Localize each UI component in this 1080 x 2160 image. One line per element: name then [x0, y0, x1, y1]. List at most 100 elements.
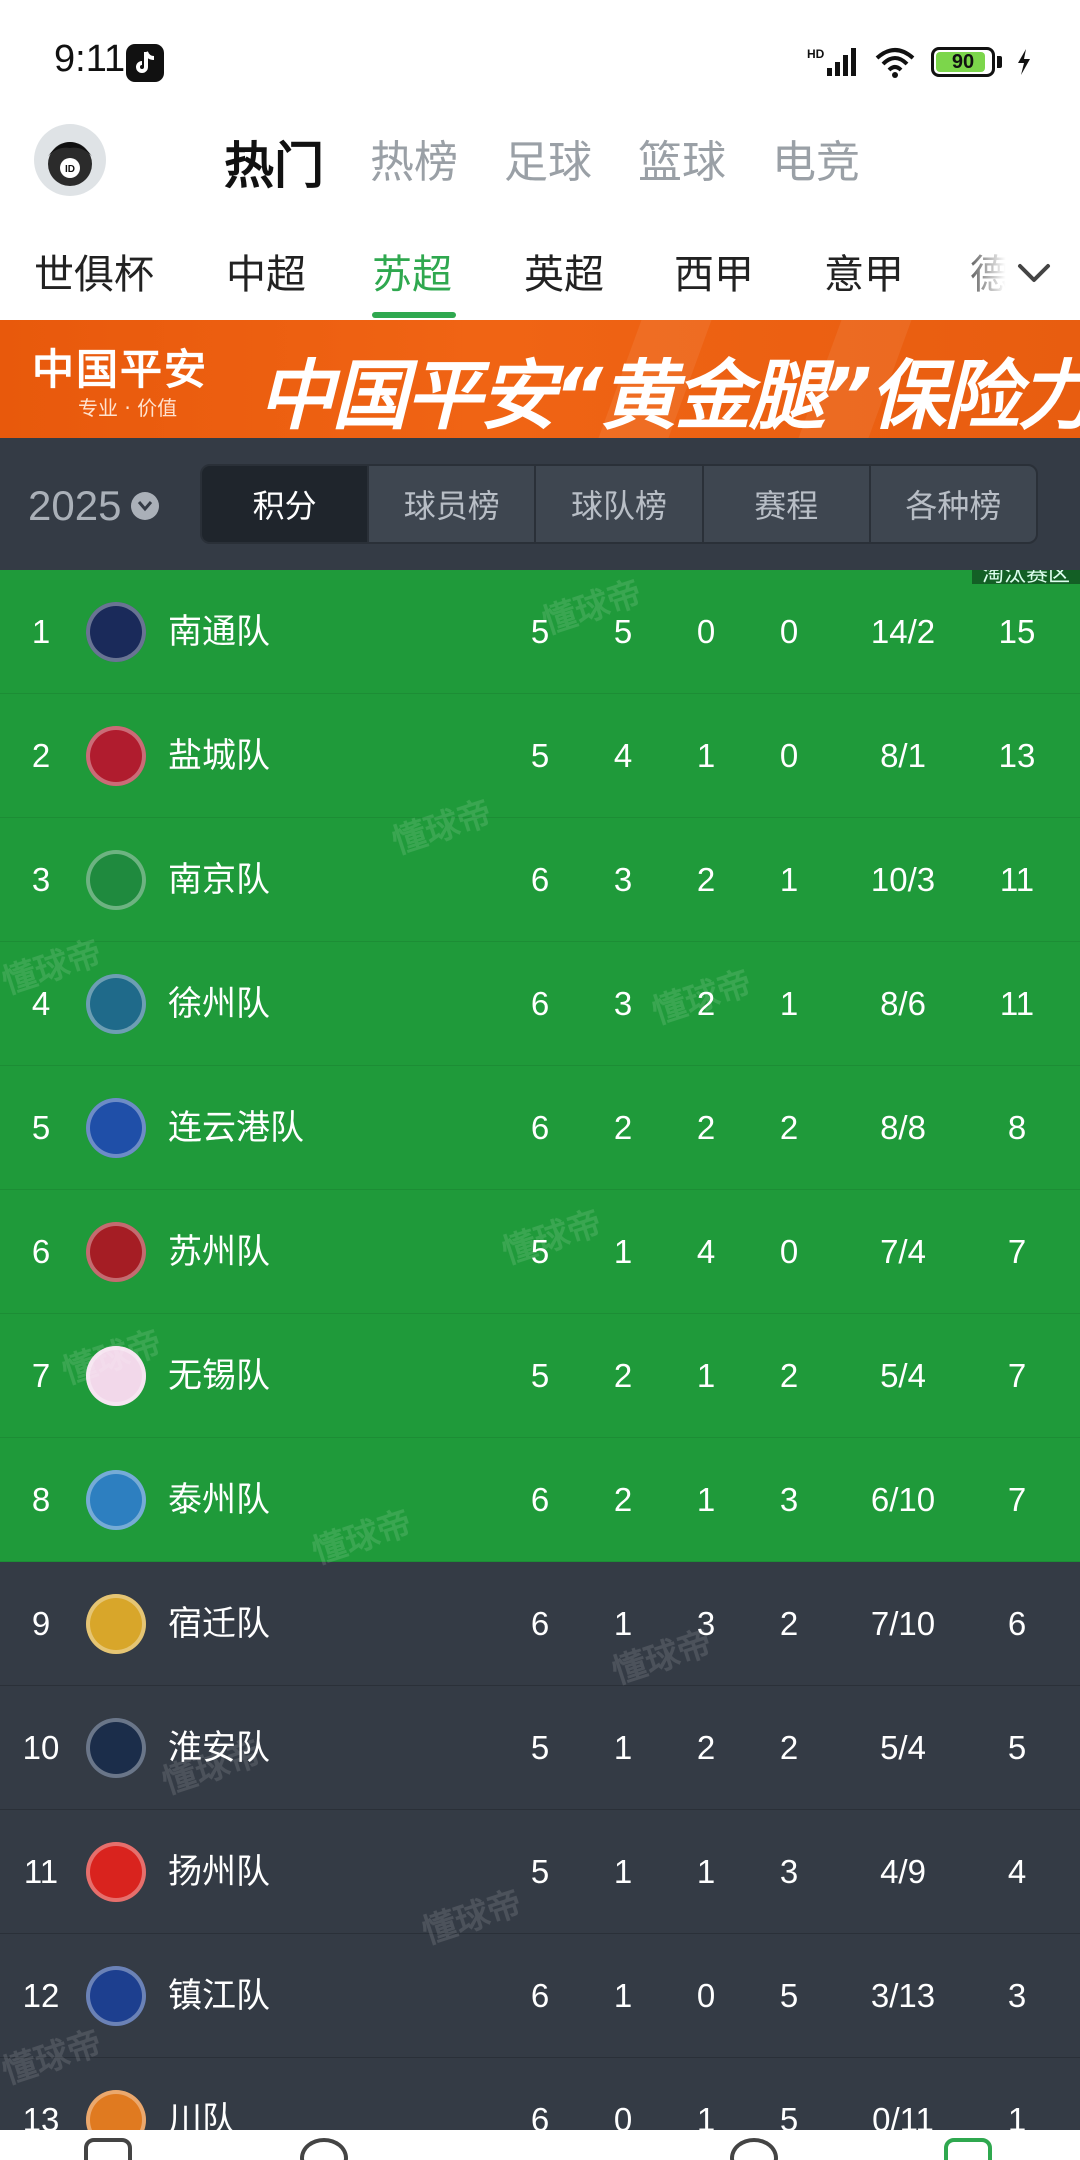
top-tab-0[interactable]: 热门	[224, 126, 324, 198]
cell-draw: 0	[696, 1977, 716, 2014]
table-row[interactable]: 9 宿迁队 6 1 3 2 7/10 6	[0, 1562, 1080, 1686]
home-icon[interactable]	[84, 2138, 132, 2160]
league-tab-4[interactable]: 西甲	[674, 242, 754, 300]
cell-rank: 12	[22, 1977, 60, 2014]
discover-icon[interactable]	[730, 2138, 778, 2160]
wifi-icon	[875, 48, 915, 78]
segment-tab-4[interactable]: 各种榜	[870, 466, 1036, 542]
team-logo	[86, 1470, 146, 1530]
table-row[interactable]: 2 盐城队 5 4 1 0 8/1 13	[0, 694, 1080, 818]
cell-draw: 2	[696, 1109, 716, 1146]
cell-points: 7	[1007, 1357, 1027, 1394]
cell-goals: 7/4	[880, 1233, 926, 1270]
cell-team: 徐州队	[168, 984, 270, 1024]
table-row[interactable]: 6 苏州队 5 1 4 0 7/4 7	[0, 1190, 1080, 1314]
table-row[interactable]: 1 南通队 5 5 0 0 14/2 15 淘汰赛区	[0, 570, 1080, 694]
league-tab-2[interactable]: 苏超	[372, 242, 452, 300]
cell-team: 泰州队	[168, 1480, 270, 1520]
banner-slogan: 中国平安“黄金腿”保险力挺苏超	[258, 351, 1080, 438]
cell-win: 1	[613, 1729, 633, 1766]
cell-rank: 7	[31, 1357, 51, 1394]
cell-draw: 2	[696, 985, 716, 1022]
table-row[interactable]: 10 淮安队 5 1 2 2 5/4 5	[0, 1686, 1080, 1810]
cell-loss: 0	[779, 737, 799, 774]
segment-tab-3[interactable]: 赛程	[703, 466, 869, 542]
cell-draw: 0	[696, 613, 716, 650]
cell-points: 5	[1007, 1729, 1027, 1766]
top-tab-3[interactable]: 篮球	[638, 126, 726, 198]
cell-draw: 4	[696, 1233, 716, 1270]
team-logo	[86, 1346, 146, 1406]
top-tab-2[interactable]: 足球	[504, 126, 592, 198]
active-tab-indicator	[372, 312, 456, 318]
tiktok-icon	[126, 44, 164, 82]
cell-loss: 3	[779, 1853, 799, 1890]
table-row[interactable]: 5 连云港队 6 2 2 2 8/8 8	[0, 1066, 1080, 1190]
cell-played: 5	[530, 1233, 550, 1270]
charging-icon	[1018, 49, 1030, 75]
top-nav: ID 热门 热榜 足球 篮球 电竞	[0, 120, 1080, 240]
table-row[interactable]: 8 泰州队 6 2 1 3 6/10 7	[0, 1438, 1080, 1562]
table-row[interactable]: 3 南京队 6 3 2 1 10/3 11	[0, 818, 1080, 942]
cell-goals: 8/8	[880, 1109, 926, 1146]
cell-draw: 1	[696, 1853, 716, 1890]
top-tab-4[interactable]: 电竞	[772, 126, 860, 198]
league-tab-0[interactable]: 世俱杯	[34, 242, 154, 300]
cell-team: 无锡队	[168, 1356, 270, 1396]
table-row[interactable]: 13 川队 6 0 1 5 0/11 1	[0, 2058, 1080, 2130]
cell-win: 3	[613, 861, 633, 898]
chevron-down-icon[interactable]	[1014, 254, 1054, 294]
chevron-down-icon	[131, 492, 160, 520]
cell-goals: 14/2	[870, 613, 936, 650]
cell-points: 1	[1007, 2101, 1027, 2130]
cell-played: 6	[530, 1977, 550, 2014]
segment-tab-0[interactable]: 积分	[202, 466, 368, 542]
cell-points: 11	[999, 861, 1035, 898]
cell-goals: 7/10	[870, 1605, 936, 1642]
team-logo	[86, 850, 146, 910]
table-row[interactable]: 4 徐州队 6 3 2 1 8/6 11	[0, 942, 1080, 1066]
cell-points: 4	[1007, 1853, 1027, 1890]
cell-loss: 2	[779, 1605, 799, 1642]
league-tab-5[interactable]: 意甲	[824, 242, 904, 300]
cell-draw: 2	[696, 1729, 716, 1766]
cell-team: 南通队	[168, 612, 270, 652]
cell-win: 3	[613, 985, 633, 1022]
bottom-nav	[0, 2130, 1080, 2160]
cell-loss: 5	[779, 2101, 799, 2130]
team-logo	[86, 1098, 146, 1158]
battery-icon: 90	[931, 47, 995, 77]
data-icon[interactable]	[944, 2138, 992, 2160]
segment-control: 积分 球员榜 球队榜 赛程 各种榜	[200, 464, 1038, 544]
cell-win: 1	[613, 1977, 633, 2014]
svg-text:HD: HD	[807, 47, 825, 61]
cell-goals: 3/13	[870, 1977, 936, 2014]
cell-goals: 8/6	[880, 985, 926, 1022]
segment-tab-1[interactable]: 球员榜	[369, 466, 535, 542]
cell-loss: 2	[779, 1109, 799, 1146]
league-tab-1[interactable]: 中超	[226, 242, 306, 300]
cell-rank: 2	[31, 737, 51, 774]
segment-tab-2[interactable]: 球队榜	[536, 466, 702, 542]
cell-team: 连云港队	[168, 1108, 304, 1148]
top-tab-list: 热门 热榜 足球 篮球 电竞	[224, 126, 860, 198]
league-tab-3[interactable]: 英超	[524, 242, 604, 300]
cell-loss: 0	[779, 613, 799, 650]
team-logo	[86, 726, 146, 786]
table-row[interactable]: 12 镇江队 6 1 0 5 3/13 3	[0, 1934, 1080, 2058]
avatar[interactable]: ID	[34, 124, 106, 196]
year-selector[interactable]: 2025	[28, 482, 160, 530]
status-bar: 9:11 HD 90	[0, 0, 1080, 120]
compass-icon[interactable]	[300, 2138, 348, 2160]
top-tab-1[interactable]: 热榜	[370, 126, 458, 198]
team-logo	[86, 1222, 146, 1282]
table-row[interactable]: 7 无锡队 5 2 1 2 5/4 7	[0, 1314, 1080, 1438]
table-row[interactable]: 11 扬州队 5 1 1 3 4/9 4	[0, 1810, 1080, 1934]
cell-team: 盐城队	[168, 736, 270, 776]
ad-banner[interactable]: 中国平安 专业 · 价值 中国平安“黄金腿”保险力挺苏超	[0, 320, 1080, 438]
cell-win: 1	[613, 1233, 633, 1270]
cell-rank: 5	[31, 1109, 51, 1146]
cell-points: 8	[1007, 1109, 1027, 1146]
cell-team: 宿迁队	[168, 1604, 270, 1644]
team-logo	[86, 1594, 146, 1654]
